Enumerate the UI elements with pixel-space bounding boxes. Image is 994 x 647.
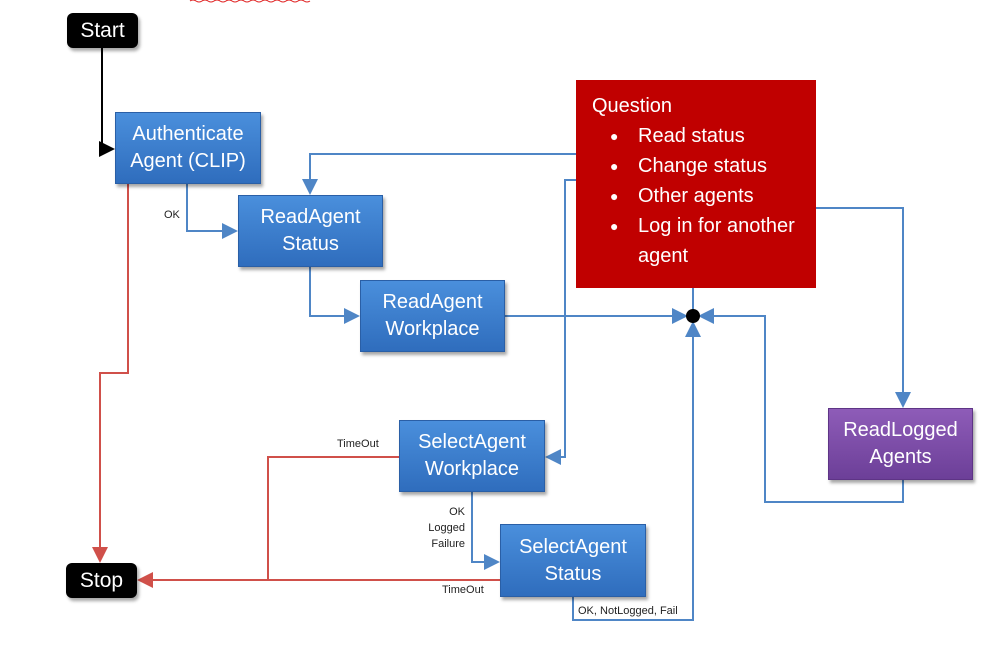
node-label: Authenticate	[132, 123, 244, 145]
question-item: Change status	[610, 151, 816, 181]
edge-label-line: Failure	[431, 538, 465, 550]
stop-node: Stop	[66, 563, 137, 598]
edge-label-timeout: TimeOut	[337, 438, 379, 450]
question-title: Question	[592, 95, 673, 117]
question-item: Other agents	[610, 181, 816, 211]
edge-selectworkplace-stop	[137, 456, 399, 588]
edge-label-select-workplace-results: OK Logged Failure	[400, 504, 465, 552]
node-label: ReadLogged	[843, 419, 958, 441]
edge-readstatus-readworkplace	[309, 267, 360, 324]
edge-label-ok: OK	[164, 209, 180, 221]
edge-label-line: OK	[449, 506, 465, 518]
edge-auth-readstatus	[186, 184, 238, 239]
flowchart: Start Stop Authenticate Agent (CLIP) Read…	[0, 0, 994, 647]
node-label: SelectAgent	[418, 431, 526, 453]
node-label: ReadAgent	[260, 206, 361, 228]
authenticate-agent-node: Authenticate Agent (CLIP)	[115, 112, 261, 184]
node-label: ReadAgent	[382, 291, 483, 313]
node-label: Status	[544, 562, 602, 585]
read-agent-status-node: ReadAgent Status	[238, 195, 383, 267]
question-item: Log in for another agent	[610, 211, 816, 271]
junction-node	[686, 309, 700, 323]
question-list: Read status Change status Other agents L…	[592, 121, 816, 271]
node-label: Agents	[869, 446, 932, 468]
read-agent-workplace-node: ReadAgent Workplace	[360, 280, 505, 352]
node-label: Workplace	[385, 318, 480, 340]
select-agent-workplace-node: SelectAgent Workplace	[399, 420, 545, 492]
start-node: Start	[67, 13, 138, 48]
node-label: Workplace	[424, 458, 520, 480]
node-label: Status	[282, 233, 339, 255]
stop-label: Stop	[79, 569, 124, 592]
edge-label-select-status-results: OK, NotLogged, Fail	[578, 605, 678, 617]
node-label: SelectAgent	[519, 535, 627, 558]
read-logged-agents-node: ReadLogged Agents	[828, 408, 973, 480]
node-label: Agent (CLIP)	[130, 150, 246, 172]
edge-label-line: Logged	[428, 522, 465, 534]
question-item: Read status	[610, 121, 816, 151]
edge-start-auth	[99, 48, 115, 157]
edge-question-selectworkplace	[545, 179, 576, 465]
edge-auth-stop	[92, 184, 129, 563]
spellcheck-squiggle	[189, 0, 311, 3]
edge-question-readstatus	[302, 153, 576, 195]
start-label: Start	[80, 19, 125, 42]
edge-selectworkplace-selectstatus	[471, 492, 500, 570]
edge-label-timeout: TimeOut	[442, 584, 484, 596]
edge-question-readlogged	[815, 207, 911, 408]
question-node: Question Read status Change status Other…	[576, 80, 816, 288]
select-agent-status-node: SelectAgent Status	[500, 524, 646, 597]
